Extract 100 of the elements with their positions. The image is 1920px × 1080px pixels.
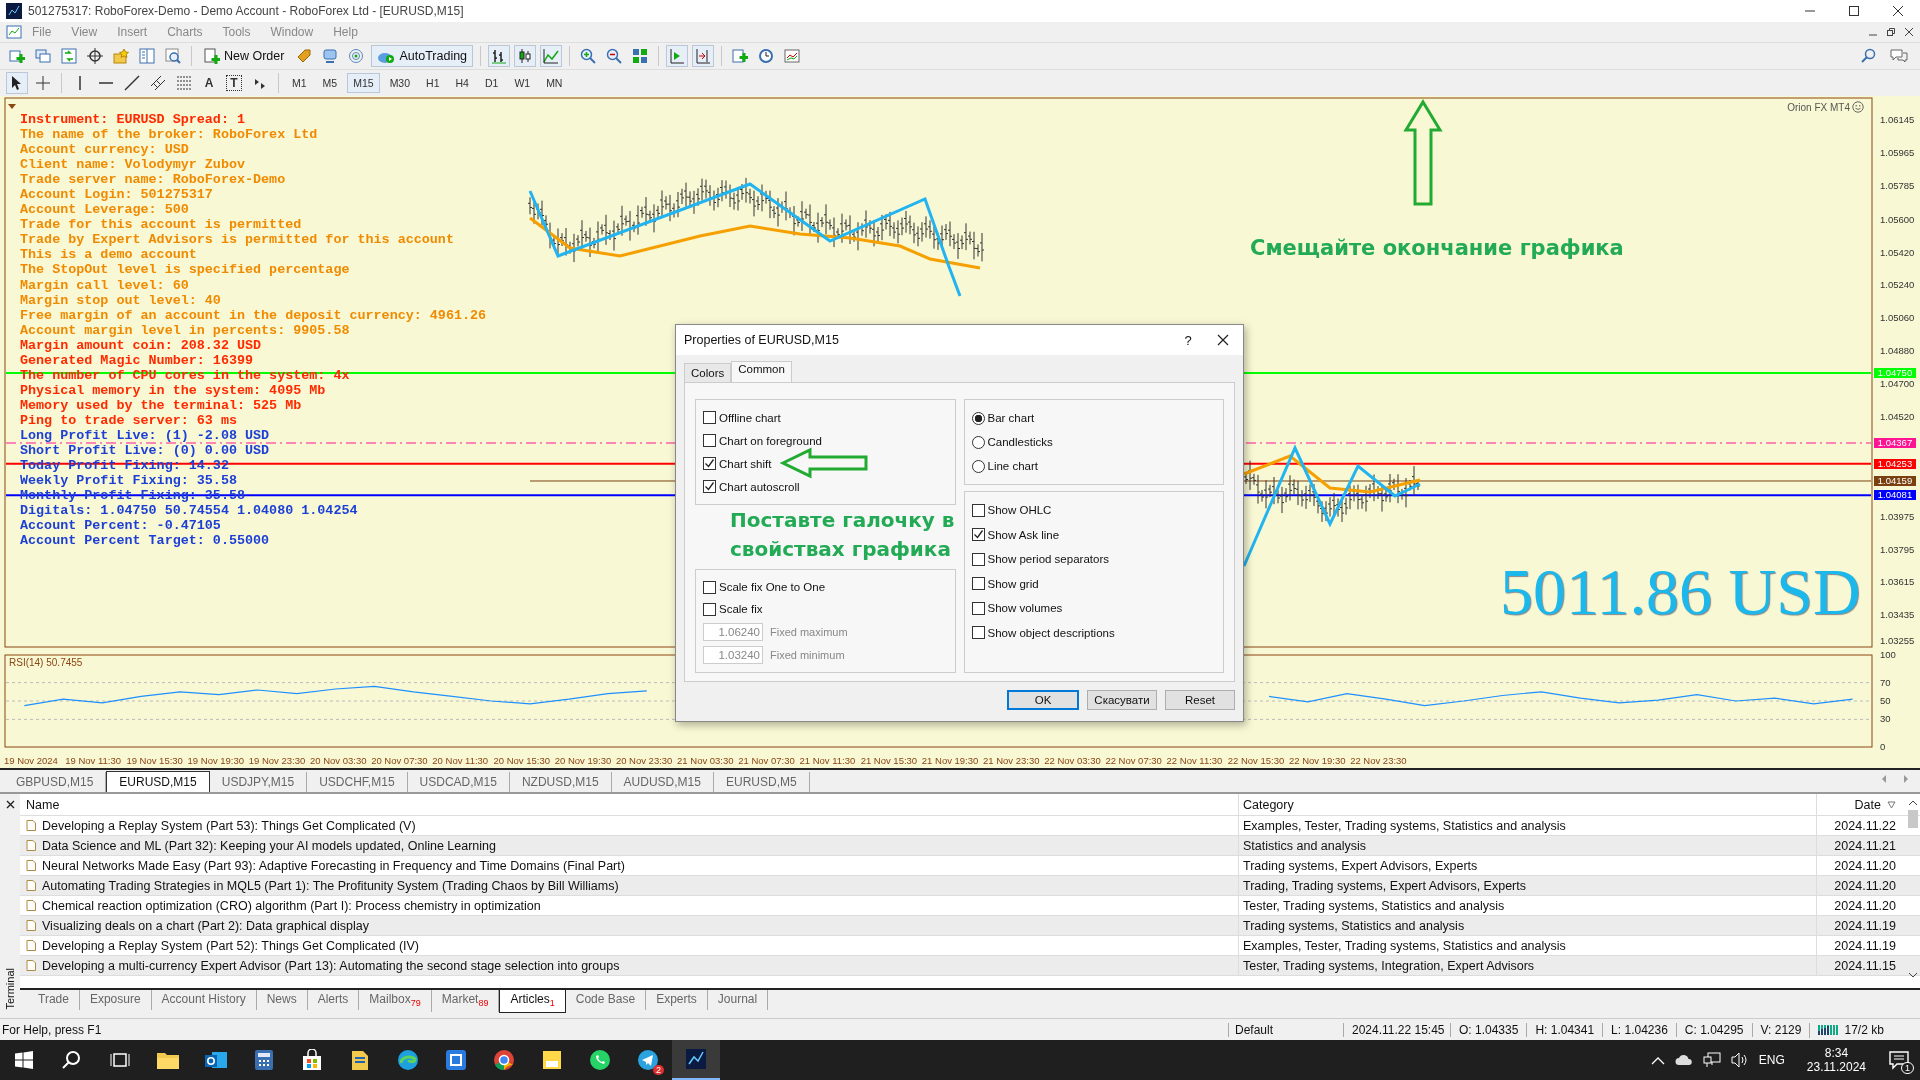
checkbox[interactable] [971,577,985,591]
article-title[interactable]: Developing a multi-currency Expert Advisor (Part 13): Automating the second stage selection into groups [42,958,620,973]
text-tool[interactable]: A [199,74,219,92]
article-title[interactable]: Visualizing deals on a chart (Part 2): Data graphical display [42,918,370,933]
shift-chart-icon[interactable] [666,45,689,67]
dialog-button[interactable]: Скасувати [1087,690,1157,710]
option-label[interactable]: Show object descriptions [987,626,1115,639]
trading-app-icon[interactable] [672,1040,720,1080]
close-icon[interactable] [1904,27,1914,37]
candlestick-icon[interactable] [514,45,537,67]
article-title[interactable]: Automating Trading Strategies in MQL5 (Part 1): The Profitunity System (Trading Chaos by Bill Williams) [42,878,619,893]
option-label[interactable]: Show volumes [987,602,1063,615]
timeframe-button[interactable]: M1 [286,73,313,93]
checkbox[interactable] [703,480,716,493]
option-label[interactable]: Chart on foreground [719,434,822,447]
close-icon[interactable] [1892,5,1904,17]
network-icon[interactable] [1702,1052,1721,1068]
terminal-tab[interactable]: Journal [707,990,769,1010]
terminal-tab[interactable]: News [256,990,308,1010]
option-label[interactable]: Scale fix [719,603,763,615]
clock-time[interactable]: 8:34 [1824,1046,1849,1060]
checkbox[interactable] [971,626,985,640]
checkbox[interactable] [703,580,716,594]
option-label[interactable]: Show period separators [987,553,1109,566]
cloud-icon[interactable] [1674,1054,1693,1066]
option-label[interactable]: Chart shift [719,457,772,470]
option-label[interactable]: Chart autoscroll [719,480,800,493]
terminal-tab[interactable]: Account History [151,990,257,1010]
checkbox[interactable] [971,528,985,542]
timeframe-button[interactable]: H4 [449,73,475,93]
autoscroll-icon[interactable] [692,45,715,67]
chart-window-icon[interactable] [6,25,22,39]
radio-button[interactable] [971,411,985,425]
timeframe-button[interactable]: M15 [347,73,380,93]
option-label[interactable]: Bar chart [987,412,1035,424]
chart-tab[interactable]: EURUSD,M5 [713,772,810,792]
terminal-tab[interactable]: Mailbox$_{79}$ [359,990,432,1013]
terminal-tab[interactable]: Code Base [565,990,647,1010]
timeframe-button[interactable]: MN [540,73,569,93]
article-title[interactable]: Developing a Replay System (Part 52): Things Get Complicated (IV) [42,938,419,953]
terminal-tab[interactable]: Exposure [79,990,152,1010]
option-label[interactable]: Scale fix One to One [719,581,826,593]
article-title[interactable]: Chemical reaction optimization (CRO) algorithm (Part I): Process chemistry in optimization [42,898,541,913]
terminal-tab[interactable]: Experts [646,990,708,1010]
checkbox[interactable] [971,601,985,615]
chart-tab[interactable]: NZDUSD,M15 [509,772,612,792]
language-indicator[interactable]: ENG [1758,1053,1785,1067]
new-order-button[interactable]: New Order [199,45,290,67]
column-header[interactable]: Category [1238,794,1816,815]
chart-tab[interactable]: EURUSD,M15 [106,771,210,792]
timeframe-button[interactable]: D1 [478,73,505,93]
option-label[interactable]: Show OHLC [987,504,1052,517]
column-header[interactable]: Date [1854,797,1881,812]
checkbox[interactable] [703,457,716,470]
chart-tab[interactable]: AUDUSD,M15 [611,772,714,792]
article-title[interactable]: Data Science and ML (Part 32): Keeping your AI models updated, Online Learning [42,838,496,853]
timeframe-button[interactable]: M30 [383,73,417,93]
caret-icon[interactable] [1650,1055,1665,1065]
autotrading-button[interactable]: AutoTrading [371,45,474,67]
dialog-button[interactable]: Reset [1165,690,1235,710]
bar-chart-icon[interactable] [488,45,511,67]
chart-tab[interactable]: USDCAD,M15 [407,772,510,792]
help-button[interactable]: ? [1173,332,1203,348]
collapse-icon[interactable] [8,104,16,109]
radio-button[interactable] [971,435,985,449]
sort-icon[interactable] [1887,800,1896,809]
option-label[interactable]: Line chart [987,460,1038,472]
checkbox[interactable] [703,434,716,447]
terminal-tab[interactable]: Trade [28,990,80,1010]
terminal-tab[interactable]: Articles$_{1}$ [499,990,566,1014]
radio-button[interactable] [971,459,985,473]
checkbox[interactable] [971,503,985,517]
speaker-icon[interactable] [1730,1052,1749,1068]
paper-plane-icon[interactable] [637,1049,659,1071]
checkbox[interactable] [703,602,716,616]
terminal-tab[interactable]: Alerts [307,990,360,1010]
cursor-icon[interactable] [6,72,28,94]
chart-tab[interactable]: USDCHF,M15 [307,772,408,792]
clock-date[interactable]: 23.11.2024 [1806,1060,1866,1074]
option-label[interactable]: Offline chart [719,411,781,424]
crosshair-icon[interactable] [84,45,106,67]
maximize-icon[interactable] [1848,5,1860,17]
checkbox[interactable] [971,552,985,566]
article-title[interactable]: Neural Networks Made Easy (Part 93): Adaptive Forecasting in Frequency and Time Domains (Final Part) [42,858,625,873]
column-header[interactable]: Name [20,797,1238,812]
timeframe-button[interactable]: W1 [508,73,537,93]
dialog-button[interactable]: OK [1007,690,1079,710]
timeframe-button[interactable]: H1 [420,73,446,93]
text-tool[interactable]: T [226,75,242,91]
dialog-tab[interactable]: Colors [684,363,732,382]
restore-icon[interactable] [1886,27,1896,37]
option-label[interactable]: Show Ask line [987,528,1060,541]
checkbox[interactable] [703,411,716,424]
option-label[interactable]: Show grid [987,577,1039,590]
chart-tab[interactable]: USDJPY,M15 [209,772,308,792]
line-chart-icon[interactable] [540,45,563,67]
timeframe-button[interactable]: M5 [316,73,344,93]
close-icon[interactable] [1217,334,1229,346]
option-label[interactable]: Candlesticks [987,436,1053,448]
dialog-tab[interactable]: Common [731,361,792,382]
